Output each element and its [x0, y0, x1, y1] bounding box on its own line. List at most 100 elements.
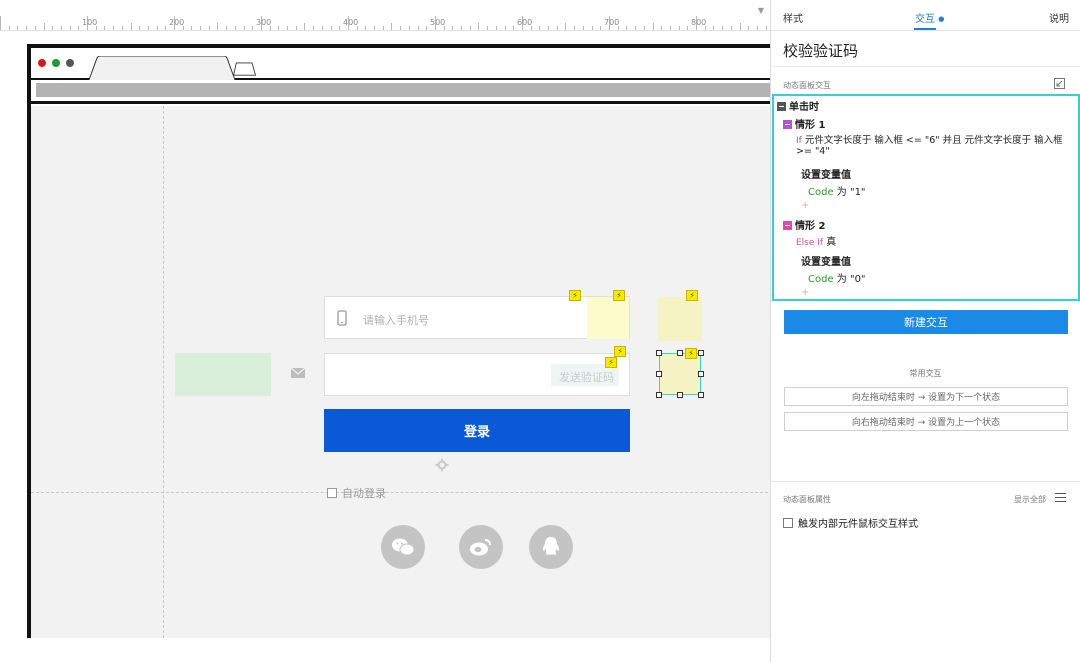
wechat-button[interactable]: [381, 525, 425, 569]
ruler-tick: [539, 26, 540, 30]
ruler-dropdown-icon[interactable]: ▼: [758, 6, 764, 15]
active-dot-icon: ●: [938, 15, 945, 23]
case-1-action[interactable]: 设置变量值: [801, 166, 851, 181]
ruler-tick: [757, 26, 758, 30]
case-2-condition[interactable]: Else If 真: [796, 233, 836, 248]
interaction-event-list[interactable]: 单击时 情形 1 If 元件文字长度于 输入框 <= "6" 并且 元件文字长度…: [772, 94, 1080, 301]
menu-icon[interactable]: [1055, 493, 1066, 502]
auto-login-row[interactable]: 自动登录: [327, 485, 386, 501]
ruler-tick: [209, 26, 210, 30]
ruler-tick: [635, 26, 636, 30]
qq-button[interactable]: [529, 525, 573, 569]
ruler-tick: [426, 26, 427, 30]
case-2-action-detail[interactable]: Code 为 "0": [808, 270, 866, 285]
note-block[interactable]: [658, 297, 702, 341]
add-action-icon[interactable]: +: [801, 287, 809, 298]
interaction-flag-icon[interactable]: ⚡: [686, 290, 698, 301]
case-1-action-detail[interactable]: Code 为 "1": [808, 183, 866, 198]
ruler-tick: [418, 26, 419, 30]
ruler-tick: [217, 23, 218, 30]
code-input[interactable]: 发送验证码: [324, 353, 630, 396]
interaction-flag-icon[interactable]: ⚡: [614, 346, 626, 357]
resize-handle[interactable]: [677, 392, 683, 398]
minimize-dot-icon: [66, 59, 74, 67]
tab-notes[interactable]: 说明: [1049, 10, 1069, 25]
resize-handle[interactable]: [698, 350, 704, 356]
collapse-square-icon[interactable]: [783, 221, 792, 230]
browser-viewport[interactable]: 请输入手机号 ⚡ ⚡ ⚡ 发送验证码 ⚡ ⚡ ⚡ 登录 自动登录: [31, 106, 770, 638]
ruler-tick: [626, 26, 627, 30]
quick-action-drag-left[interactable]: 向左拖动结束时 → 设置为下一个状态: [784, 387, 1068, 406]
resize-handle[interactable]: [677, 350, 683, 356]
login-button[interactable]: 登录: [324, 409, 630, 452]
ruler-tick: [313, 26, 314, 30]
phone-input[interactable]: 请输入手机号: [324, 296, 630, 339]
tab-interaction[interactable]: 交互 ●: [915, 10, 944, 25]
new-interaction-button[interactable]: 新建交互: [784, 310, 1068, 334]
design-canvas[interactable]: 100 200 300 400 500 600 700 800 ▼ 请输入手机号…: [0, 0, 770, 662]
browser-titlebar: [31, 48, 770, 80]
new-tab-icon: [233, 62, 257, 76]
ruler-tick: [339, 26, 340, 30]
trigger-mouse-style-checkbox[interactable]: [783, 518, 793, 528]
interaction-flag-icon[interactable]: ⚡: [613, 290, 625, 301]
auto-login-label: 自动登录: [342, 487, 386, 500]
browser-addressbar: [31, 80, 770, 104]
ruler-label: 700: [604, 18, 620, 27]
ruler-tick: [287, 26, 288, 30]
resize-handle[interactable]: [698, 392, 704, 398]
ruler-tick: [331, 26, 332, 30]
horizontal-ruler: 100 200 300 400 500 600 700 800 ▼: [0, 0, 770, 31]
trigger-mouse-style-row[interactable]: 触发内部元件鼠标交互样式: [783, 515, 918, 530]
collapse-square-icon[interactable]: [783, 120, 792, 129]
ruler-tick: [731, 26, 732, 30]
gear-icon: [435, 458, 449, 472]
case-1[interactable]: 情形 1: [783, 116, 825, 131]
selected-dynamic-panel[interactable]: [659, 353, 701, 395]
ruler-tick: [583, 26, 584, 30]
ruler-tick: [478, 23, 479, 30]
phone-icon: [337, 310, 347, 326]
ruler-tick: [400, 26, 401, 30]
resize-handle[interactable]: [656, 371, 662, 377]
interaction-flag-icon[interactable]: ⚡: [569, 290, 581, 301]
case-1-condition-cont: >= "4": [796, 146, 830, 157]
case-2[interactable]: 情形 2: [783, 217, 825, 232]
ruler-tick: [226, 26, 227, 30]
guide-line-horizontal: [31, 492, 770, 493]
widget-name[interactable]: 校验验证码: [783, 40, 858, 61]
ruler-tick: [235, 26, 236, 30]
ruler-tick: [200, 26, 201, 30]
ruler-tick: [26, 26, 27, 30]
resize-handle[interactable]: [698, 371, 704, 377]
ruler-tick: [44, 23, 45, 30]
ruler-tick: [113, 26, 114, 30]
interaction-flag-icon[interactable]: ⚡: [605, 357, 617, 368]
case-2-action[interactable]: 设置变量值: [801, 253, 851, 268]
resize-handle[interactable]: [656, 350, 662, 356]
auto-login-checkbox[interactable]: [327, 488, 337, 498]
maximize-dot-icon: [52, 59, 60, 67]
collapse-all-icon[interactable]: [1054, 78, 1065, 89]
ruler-tick: [9, 26, 10, 30]
ruler-tick: [70, 26, 71, 30]
browser-mockup[interactable]: 请输入手机号 ⚡ ⚡ ⚡ 发送验证码 ⚡ ⚡ ⚡ 登录 自动登录: [27, 44, 770, 638]
resize-handle[interactable]: [656, 392, 662, 398]
case-1-condition[interactable]: If 元件文字长度于 输入框 <= "6" 并且 元件文字长度于 输入框: [796, 132, 1063, 146]
panel-tabs: 样式 交互 ● 说明: [771, 0, 1080, 31]
event-onclick[interactable]: 单击时: [777, 98, 819, 113]
send-code-label: 发送验证码: [559, 371, 614, 384]
ruler-tick: [487, 26, 488, 30]
interaction-flag-icon[interactable]: ⚡: [685, 348, 697, 359]
ruler-label: 200: [169, 18, 185, 27]
green-block[interactable]: [175, 353, 271, 396]
ruler-tick: [505, 26, 506, 30]
quick-action-drag-right[interactable]: 向右拖动结束时 → 设置为上一个状态: [784, 412, 1068, 431]
add-action-icon[interactable]: +: [801, 200, 809, 211]
mail-icon: [291, 368, 305, 378]
weibo-button[interactable]: [459, 525, 503, 569]
show-all-link[interactable]: 显示全部: [1014, 494, 1046, 505]
note-block[interactable]: [587, 297, 629, 339]
collapse-square-icon[interactable]: [777, 102, 786, 111]
tab-style[interactable]: 样式: [783, 10, 803, 25]
